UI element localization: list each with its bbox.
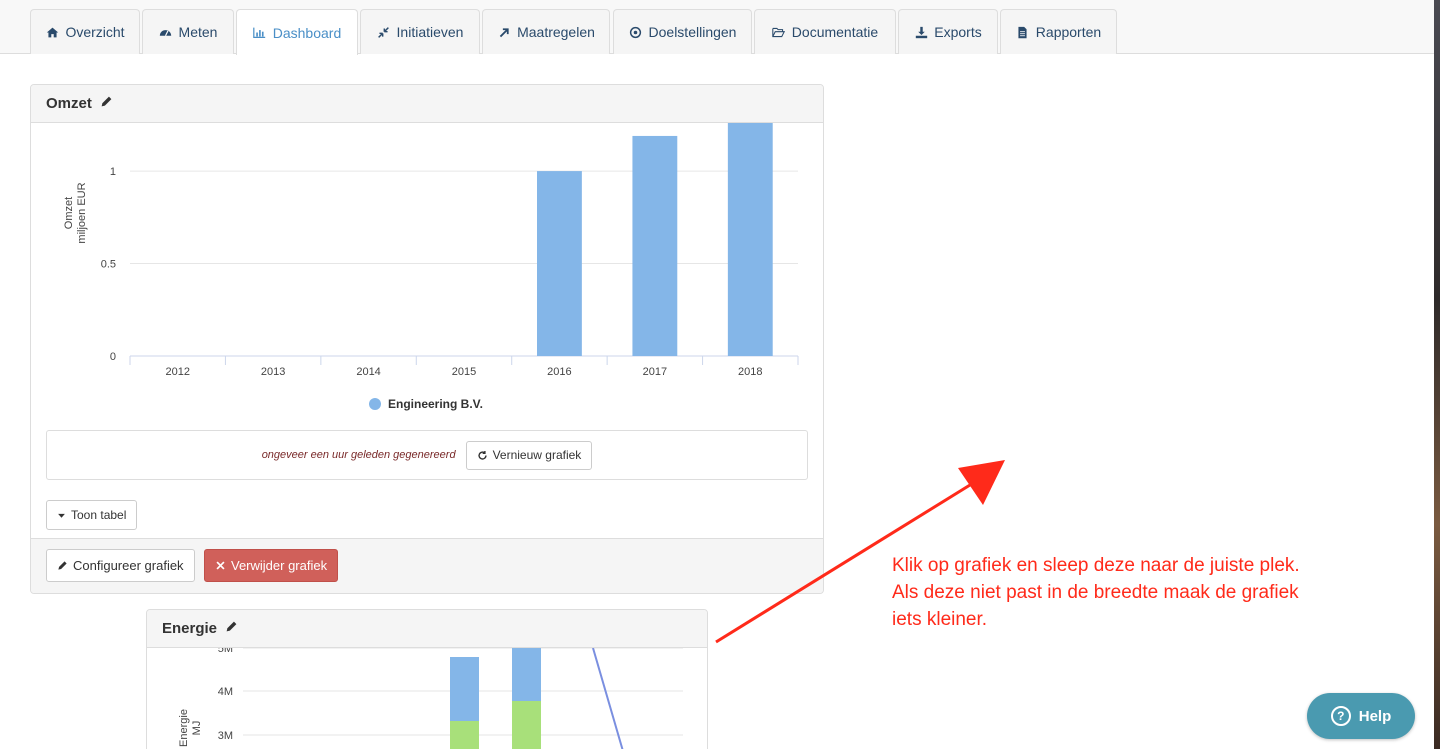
tab-bar: Overzicht Meten Dashboard Initiatieven M… — [0, 0, 1440, 55]
caret-down-icon — [58, 513, 65, 518]
target-icon — [629, 25, 643, 39]
generation-info-box: ongeveer een uur geleden gegenereerd Ver… — [46, 430, 808, 480]
dashboard-gauge-icon — [159, 25, 173, 39]
toggle-table-label: Toon tabel — [71, 508, 127, 522]
annotation-line: Klik op grafiek en sleep deze naar de ju… — [892, 555, 1300, 576]
toggle-table-button[interactable]: Toon tabel — [46, 500, 138, 530]
series-line[interactable] — [592, 648, 625, 749]
tab-initiatieven[interactable]: Initiatieven — [360, 9, 480, 54]
legend-marker — [369, 398, 381, 410]
bar-2017[interactable] — [632, 135, 678, 356]
y-tick-label: 4M — [218, 686, 233, 698]
bar-2016[interactable] — [537, 171, 582, 356]
annotation-line: iets kleiner. — [892, 609, 988, 630]
home-icon — [45, 25, 59, 39]
delete-chart-button[interactable]: Verwijder grafiek — [204, 549, 339, 582]
x-tick-label: 2012 — [165, 366, 189, 378]
panel-header[interactable]: Energie — [147, 610, 707, 648]
tab-label: Documentatie — [791, 24, 879, 40]
x-tick-label: 2017 — [643, 366, 667, 378]
y-tick-label: 3M — [218, 730, 233, 742]
tab-overzicht[interactable]: Overzicht — [30, 9, 140, 54]
tab-rapporten[interactable]: Rapporten — [1000, 9, 1117, 54]
download-icon — [914, 25, 928, 39]
x-tick-label: 2016 — [547, 366, 571, 378]
tab-label: Exports — [934, 24, 982, 40]
omzet-bar-chart[interactable]: 2012 2013 2014 2015 2016 2017 2018 0 0.5 1 Omzet… — [31, 123, 823, 423]
bar-segment[interactable] — [450, 721, 479, 749]
folder-open-icon — [772, 25, 786, 39]
help-button[interactable]: ? Help — [1307, 693, 1415, 739]
configure-chart-button[interactable]: Configureer grafiek — [46, 549, 195, 582]
x-tick-label: 2013 — [261, 366, 285, 378]
y-axis-label: Omzet — [63, 197, 75, 229]
tab-label: Doelstellingen — [648, 24, 737, 40]
y-tick-label: 1 — [110, 166, 116, 178]
tab-label: Maatregelen — [517, 24, 595, 40]
bar-chart-icon — [253, 26, 267, 40]
bar-segment[interactable] — [450, 657, 479, 721]
tab-label: Overzicht — [65, 24, 125, 40]
bar-segment[interactable] — [512, 701, 541, 749]
energie-bar-chart[interactable]: 5M 4M 3M Energie MJ — [147, 648, 707, 749]
y-axis-unit: miljoen EUR — [76, 182, 88, 243]
tab-label: Rapporten — [1035, 24, 1102, 40]
refresh-chart-button[interactable]: Vernieuw grafiek — [465, 440, 593, 470]
configure-label: Configureer grafiek — [73, 558, 184, 573]
panel-title: Omzet — [46, 95, 92, 112]
refresh-label: Vernieuw grafiek — [492, 448, 582, 462]
annotation-line: Als deze niet past in de breedte maak de… — [892, 582, 1299, 603]
x-tick-label: 2018 — [738, 366, 762, 378]
tab-doelstellingen[interactable]: Doelstellingen — [613, 9, 752, 54]
tab-documentatie[interactable]: Documentatie — [754, 9, 896, 54]
panel-header[interactable]: Omzet — [31, 85, 823, 123]
generated-timestamp: ongeveer een uur geleden gegenereerd — [261, 449, 456, 461]
tab-exports[interactable]: Exports — [898, 9, 998, 54]
tab-label: Meten — [178, 24, 218, 40]
bar-2018[interactable] — [727, 123, 773, 356]
help-label: Help — [1358, 707, 1392, 725]
x-tick-label: 2014 — [356, 366, 380, 378]
y-tick-label: 5M — [218, 648, 233, 655]
question-circle-icon: ? — [1330, 706, 1351, 726]
tab-label: Dashboard — [272, 24, 342, 41]
y-axis-unit: MJ — [191, 721, 203, 736]
instruction-annotation: Klik op grafiek en sleep deze naar de ju… — [892, 552, 1362, 633]
edit-pencil-icon[interactable] — [225, 620, 238, 637]
pencil-icon — [58, 561, 67, 570]
desktop-background-edge — [1434, 0, 1440, 749]
energie-chart-panel[interactable]: Energie 5M 4M 3M Energie MJ — [146, 609, 708, 749]
tab-label: Initiatieven — [396, 24, 464, 40]
legend-label[interactable]: Engineering B.V. — [388, 397, 483, 411]
y-axis-label: Energie — [178, 709, 190, 747]
panel-title: Energie — [162, 620, 218, 637]
file-text-icon — [1016, 25, 1030, 39]
bar-segment[interactable] — [512, 648, 541, 701]
tab-dashboard[interactable]: Dashboard — [236, 9, 358, 55]
delete-label: Verwijder grafiek — [231, 558, 328, 573]
y-tick-label: 0 — [110, 351, 116, 363]
refresh-icon — [478, 450, 487, 460]
y-tick-label: 0.5 — [101, 259, 116, 271]
edit-pencil-icon[interactable] — [100, 95, 113, 112]
arrow-up-right-icon — [497, 25, 511, 39]
tab-maatregelen[interactable]: Maatregelen — [482, 9, 610, 54]
x-tick-label: 2015 — [452, 366, 476, 378]
compress-arrows-icon — [377, 25, 391, 39]
tab-meten[interactable]: Meten — [142, 9, 234, 54]
close-icon — [216, 561, 225, 570]
